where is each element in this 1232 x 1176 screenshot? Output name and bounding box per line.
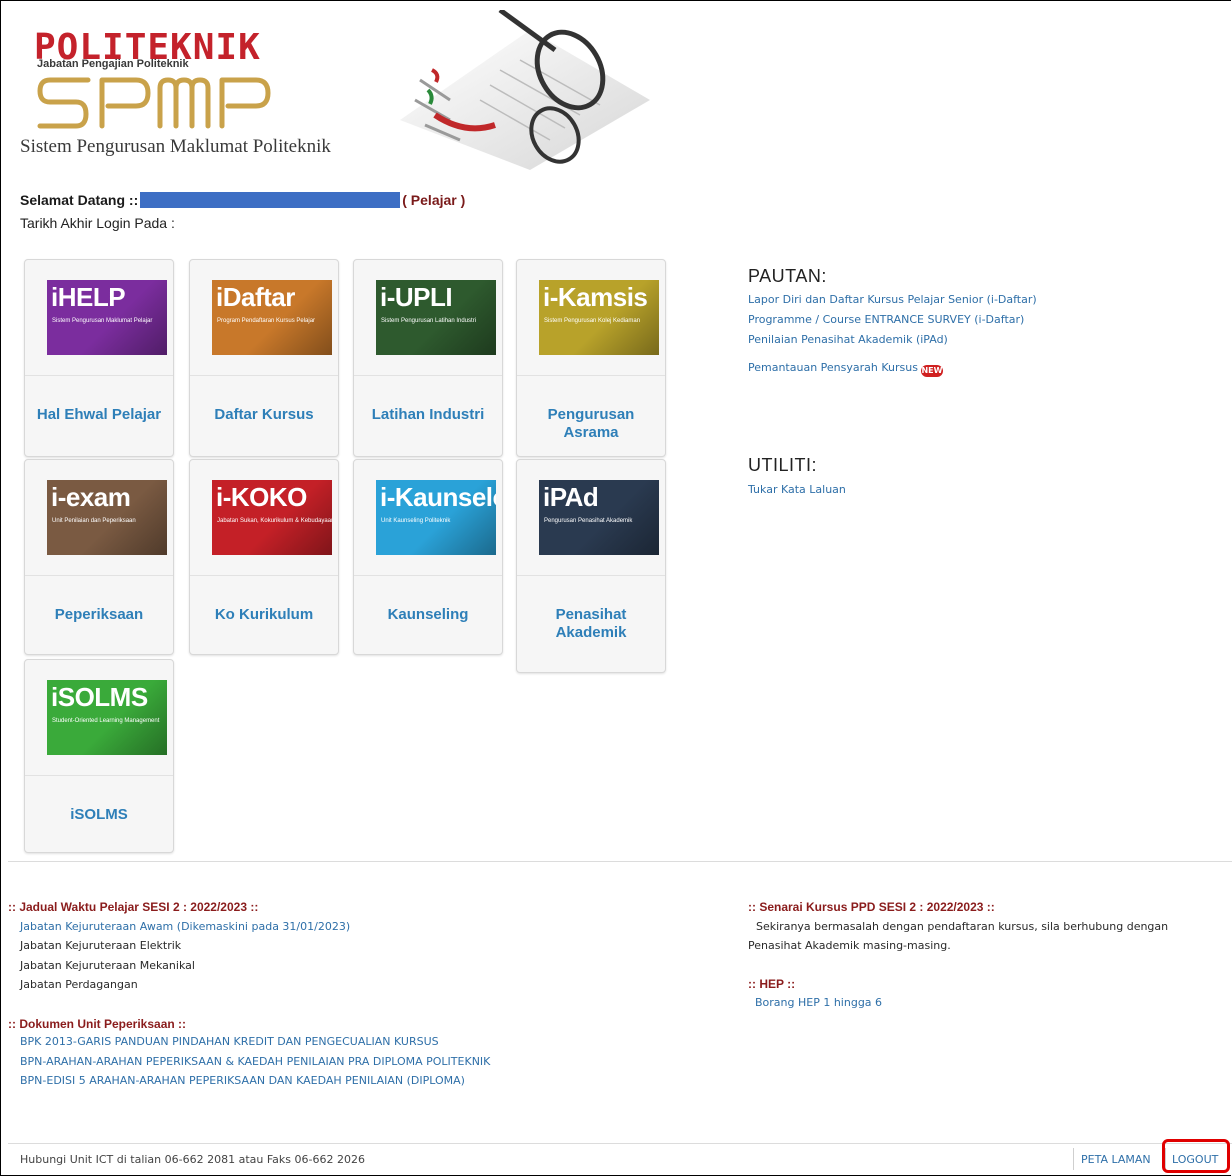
- isolms-thumbnail: iSOLMS Student-Oriented Learning Manageme…: [47, 680, 167, 755]
- tile-label: iSOLMS: [70, 806, 128, 823]
- tile-daftar-kursus[interactable]: iDaftar Program Pendaftaran Kursus Pelaja…: [189, 259, 339, 457]
- link-entrance-survey[interactable]: Programme / Course ENTRANCE SURVEY (i-Da…: [748, 313, 1024, 326]
- thumbnail-title: i-exam: [51, 482, 131, 512]
- pengurusan-asrama-thumbnail: i-Kamsis Sistem Pengurusan Kolej Kediaman: [539, 280, 659, 355]
- thumbnail-subtitle: Pengurusan Penasihat Akademik: [544, 518, 633, 524]
- jadual-mekanikal: Jabatan Kejuruteraan Mekanikal: [20, 959, 195, 972]
- jadual-elektrik: Jabatan Kejuruteraan Elektrik: [20, 939, 182, 952]
- hep-title: :: HEP ::: [748, 977, 796, 991]
- thumbnail-title: i-UPLI: [380, 282, 453, 312]
- thumbnail-title: i-KOKO: [216, 482, 307, 512]
- user-role: ( Pelajar ): [402, 192, 466, 208]
- new-badge-icon: NEW: [920, 365, 943, 377]
- link-dikemaskini-note[interactable]: (Dikemaskini pada 31/01/2023): [177, 920, 350, 933]
- thumbnail-subtitle: Sistem Pengurusan Maklumat Pelajar: [52, 318, 153, 324]
- tile-separator: [25, 375, 173, 376]
- content-divider: [8, 861, 1232, 862]
- jadual-perdagangan: Jabatan Perdagangan: [20, 978, 138, 991]
- link-pemantauan-pensyarah[interactable]: Pemantauan Pensyarah Kursus: [748, 361, 918, 374]
- logout-highlight-box: [1162, 1139, 1230, 1173]
- ko-kurikulum-thumbnail: i-KOKO Jabatan Sukan, Kokurikulum & Kebud…: [212, 480, 332, 555]
- link-bpn-pra-diploma[interactable]: BPN-ARAHAN-ARAHAN PEPERIKSAAN & KAEDAH P…: [20, 1055, 490, 1068]
- link-tukar-kata-laluan[interactable]: Tukar Kata Laluan: [748, 483, 846, 496]
- link-bpk-2013[interactable]: BPK 2013-GARIS PANDUAN PINDAHAN KREDIT D…: [20, 1035, 439, 1048]
- tile-latihan-industri[interactable]: i-UPLI Sistem Pengurusan Latihan Industri…: [353, 259, 503, 457]
- tile-label: Peperiksaan: [54, 606, 144, 623]
- link-lapor-diri[interactable]: Lapor Diri dan Daftar Kursus Pelajar Sen…: [748, 293, 1037, 306]
- tile-label: Ko Kurikulum: [214, 606, 314, 623]
- link-borang-hep[interactable]: Borang HEP 1 hingga 6: [755, 996, 882, 1009]
- penasihat-akademik-thumbnail: iPAd Pengurusan Penasihat Akademik: [539, 480, 659, 555]
- thumbnail-subtitle: Jabatan Sukan, Kokurikulum & Kebudayaan: [217, 518, 332, 524]
- sitemap-link[interactable]: PETA LAMAN: [1081, 1153, 1151, 1166]
- tile-label: Latihan Industri: [371, 406, 485, 423]
- last-login-label: Tarikh Akhir Login Pada :: [20, 215, 175, 231]
- logo-subtitle: Jabatan Pengajian Politeknik: [37, 58, 189, 70]
- tile-penasihat-akademik[interactable]: iPAd Pengurusan Penasihat Akademik Penasih…: [516, 459, 666, 673]
- pautan-title: PAUTAN:: [748, 266, 827, 286]
- thumbnail-subtitle: Program Pendaftaran Kursus Pelajar: [217, 318, 316, 324]
- redacted-username: [140, 192, 401, 208]
- thumbnail-title: i-Kaunselor: [380, 482, 496, 512]
- link-pemantauan-row: Pemantauan Pensyarah Kursus NEW: [748, 361, 943, 377]
- thumbnail-title: iHELP: [51, 282, 126, 312]
- tile-peperiksaan[interactable]: i-exam Unit Penilaian dan Peperiksaan Pepe…: [24, 459, 174, 655]
- jadual-row-awam: Jabatan Kejuruteraan Awam (Dikemaskini p…: [20, 920, 350, 933]
- thumbnail-subtitle: Sistem Pengurusan Kolej Kediaman: [544, 318, 641, 324]
- tile-isolms[interactable]: iSOLMS Student-Oriented Learning Manageme…: [24, 659, 174, 853]
- thumbnail-title: iPAd: [543, 482, 599, 512]
- tile-label: Penasihat Akademik: [555, 606, 627, 641]
- footer-separator: [1073, 1148, 1074, 1170]
- kaunseling-thumbnail: i-Kaunselor Unit Kaunseling Politeknik: [376, 480, 496, 555]
- thumbnail-title: i-Kamsis: [543, 282, 648, 312]
- tile-separator: [517, 375, 665, 376]
- tile-label: Hal Ehwal Pelajar: [36, 406, 162, 423]
- tile-label: Kaunseling: [387, 606, 469, 623]
- tile-label: Pengurusan Asrama: [547, 406, 635, 441]
- link-penilaian-penasihat[interactable]: Penilaian Penasihat Akademik (iPAd): [748, 333, 948, 346]
- thumbnail-title: iSOLMS: [51, 682, 148, 712]
- tile-separator: [25, 775, 173, 776]
- daftar-kursus-thumbnail: iDaftar Program Pendaftaran Kursus Pelaja…: [212, 280, 332, 355]
- hal-ehwal-pelajar-thumbnail: iHELP Sistem Pengurusan Maklumat Pelajar: [47, 280, 167, 355]
- thumbnail-subtitle: Unit Kaunseling Politeknik: [381, 518, 451, 524]
- tile-separator: [25, 575, 173, 576]
- header-glasses-image: [400, 10, 650, 170]
- link-bpn-edisi-5[interactable]: BPN-EDISI 5 ARAHAN-ARAHAN PEPERIKSAAN DA…: [20, 1074, 465, 1087]
- senarai-line-2: Penasihat Akademik masing-masing.: [748, 939, 951, 952]
- link-jabatan-awam[interactable]: Jabatan Kejuruteraan Awam: [20, 920, 173, 933]
- tile-separator: [190, 575, 338, 576]
- latihan-industri-thumbnail: i-UPLI Sistem Pengurusan Latihan Industri: [376, 280, 496, 355]
- tile-separator: [354, 575, 502, 576]
- footer-divider: [8, 1143, 1232, 1144]
- dokumen-title: :: Dokumen Unit Peperiksaan ::: [8, 1017, 187, 1031]
- tile-kaunseling[interactable]: i-Kaunselor Unit Kaunseling Politeknik Kau…: [353, 459, 503, 655]
- thumbnail-subtitle: Unit Penilaian dan Peperiksaan: [52, 518, 136, 524]
- tile-pengurusan-asrama[interactable]: i-Kamsis Sistem Pengurusan Kolej Kediaman…: [516, 259, 666, 457]
- footer-contact: Hubungi Unit ICT di talian 06-662 2081 a…: [20, 1153, 365, 1166]
- jadual-title: :: Jadual Waktu Pelajar SESI 2 : 2022/20…: [8, 900, 259, 914]
- utiliti-title: UTILITI:: [748, 455, 818, 475]
- tile-hal-ehwal-pelajar[interactable]: iHELP Sistem Pengurusan Maklumat Pelajar H…: [24, 259, 174, 457]
- thumbnail-title: iDaftar: [216, 282, 295, 312]
- tile-separator: [354, 375, 502, 376]
- spmp-logo: [37, 77, 271, 129]
- tile-separator: [517, 575, 665, 576]
- tile-ko-kurikulum[interactable]: i-KOKO Jabatan Sukan, Kokurikulum & Kebud…: [189, 459, 339, 655]
- tile-separator: [190, 375, 338, 376]
- peperiksaan-thumbnail: i-exam Unit Penilaian dan Peperiksaan: [47, 480, 167, 555]
- welcome-prefix: Selamat Datang ::: [20, 192, 139, 208]
- senarai-line-1: Sekiranya bermasalah dengan pendaftaran …: [756, 920, 1169, 933]
- logo-tagline: Sistem Pengurusan Maklumat Politeknik: [20, 136, 331, 157]
- welcome-line: Selamat Datang ::( Pelajar ): [20, 192, 465, 208]
- thumbnail-subtitle: Student-Oriented Learning Management: [52, 718, 160, 724]
- senarai-title: :: Senarai Kursus PPD SESI 2 : 2022/2023…: [748, 900, 995, 914]
- tile-label: Daftar Kursus: [214, 406, 314, 423]
- thumbnail-subtitle: Sistem Pengurusan Latihan Industri: [381, 318, 477, 324]
